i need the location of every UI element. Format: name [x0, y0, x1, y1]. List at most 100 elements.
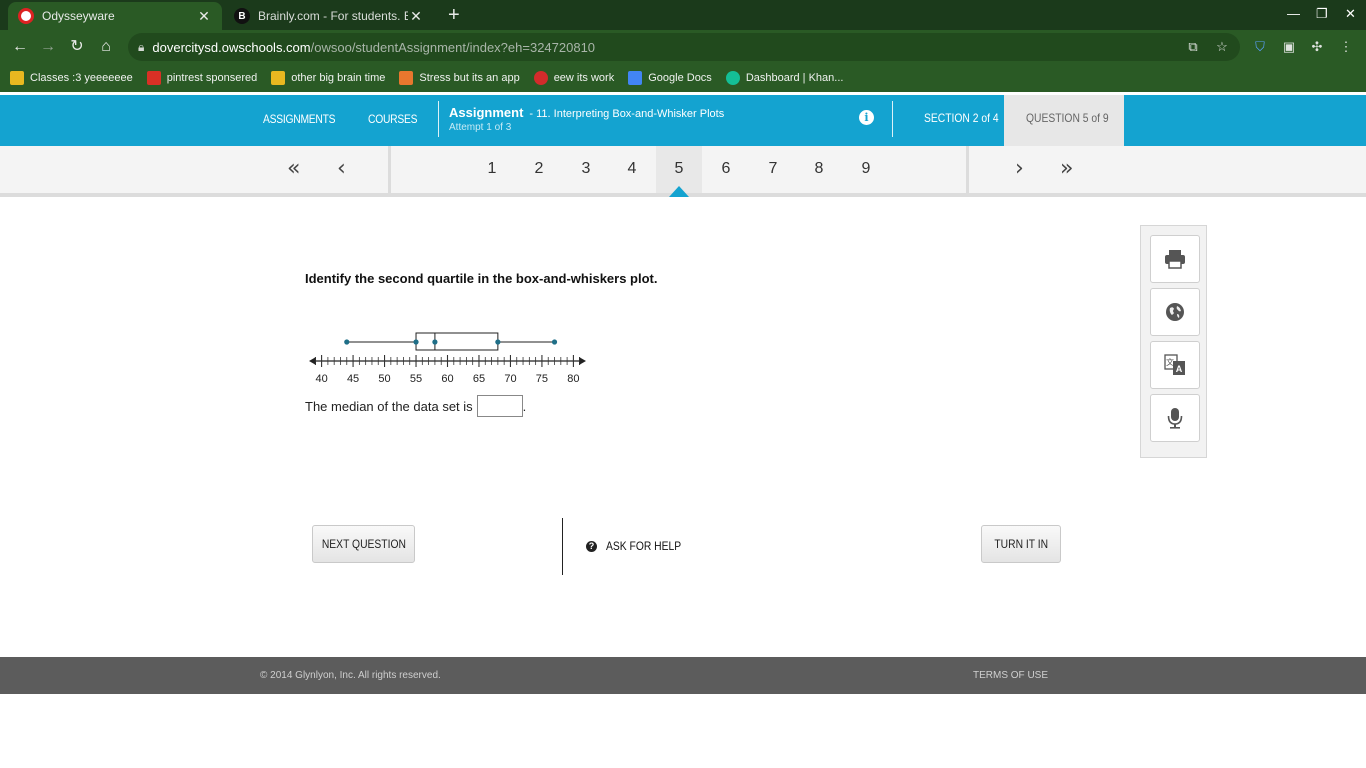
page-4[interactable]: 4 [622, 160, 642, 178]
bookmark-item[interactable]: pintrest sponsered [146, 71, 258, 85]
minimize-icon[interactable]: — [1287, 6, 1300, 21]
translate-button[interactable]: A 文 [1150, 341, 1200, 389]
bookmark-icon [146, 71, 161, 85]
app-header: ASSIGNMENTS COURSES Assignment - 11. Inte… [0, 95, 1366, 146]
bookmark-item[interactable]: Dashboard | Khan... [725, 71, 843, 85]
bookmark-icon [271, 71, 286, 85]
reload-icon[interactable]: ↻ [66, 36, 88, 58]
bookmark-label: Classes :3 yeeeeeee [30, 72, 133, 84]
bookmark-star-icon[interactable]: ☆ [1213, 38, 1231, 56]
section-indicator: SECTION 2 of 4 [924, 111, 999, 125]
browser-tab-strip: Odysseyware ✕ B Brainly.com - For studen… [0, 0, 1366, 30]
footer: © 2014 Glynlyon, Inc. All rights reserve… [0, 657, 1366, 694]
bookmark-item[interactable]: eew its work [533, 71, 615, 85]
divider [562, 518, 563, 575]
extensions-puzzle-icon[interactable]: ✣ [1309, 39, 1325, 55]
assignment-title: Assignment - 11. Interpreting Box-and-Whi… [449, 105, 724, 120]
tick-label: 75 [536, 373, 548, 385]
home-icon[interactable]: ⌂ [95, 36, 117, 58]
bookmark-item[interactable]: Google Docs [628, 71, 712, 85]
tick-label: 45 [347, 373, 359, 385]
current-page-caret-icon [669, 186, 689, 197]
info-icon[interactable]: i [859, 110, 874, 125]
assignment-label: Assignment [449, 105, 524, 120]
assignment-name: - 11. Interpreting Box-and-Whisker Plots [529, 108, 725, 120]
next-question-label: NEXT QUESTION [321, 537, 406, 551]
microphone-button[interactable] [1150, 394, 1200, 442]
bookmark-item[interactable]: Stress but its an app [399, 71, 520, 85]
tools-panel: A 文 [1140, 225, 1207, 458]
bookmark-label: pintrest sponsered [166, 72, 258, 84]
khan-academy-icon [725, 71, 740, 85]
tick-label: 55 [410, 373, 422, 385]
divider [966, 146, 969, 193]
median-answer-input[interactable] [476, 395, 523, 417]
last-page-icon[interactable]: » [1060, 156, 1073, 181]
bookmark-label: eew its work [553, 72, 615, 84]
answer-row: The median of the data set is . [305, 395, 526, 417]
back-icon[interactable]: ← [9, 36, 31, 58]
q3-point [495, 339, 501, 345]
previous-page-icon[interactable]: ‹ [337, 156, 346, 181]
odysseyware-favicon-icon [18, 8, 34, 24]
globe-button[interactable] [1150, 288, 1200, 336]
divider [438, 101, 439, 137]
bookmark-icon [533, 71, 548, 85]
address-bar[interactable]: 🔒︎ dovercitysd.owschools.com/owsoo/stude… [128, 33, 1240, 61]
close-tab-icon[interactable]: ✕ [196, 8, 212, 25]
page-3[interactable]: 3 [576, 160, 596, 178]
tab-odysseyware[interactable]: Odysseyware ✕ [8, 2, 222, 30]
question-indicator: QUESTION 5 of 9 [1004, 95, 1124, 146]
close-window-icon[interactable]: ✕ [1345, 6, 1356, 22]
restore-icon[interactable]: ❐ [1316, 6, 1328, 22]
divider [388, 146, 391, 193]
page-7[interactable]: 7 [763, 160, 783, 178]
page-9[interactable]: 9 [856, 160, 876, 178]
next-question-button[interactable]: NEXT QUESTION [312, 525, 415, 563]
copyright-text: © 2014 Glynlyon, Inc. All rights reserve… [260, 670, 441, 681]
url-host: dovercitysd.owschools.com [152, 39, 311, 55]
terms-of-use-link[interactable]: TERMS OF USE [973, 670, 1048, 681]
page-1[interactable]: 1 [482, 160, 502, 178]
printer-icon [1165, 250, 1185, 269]
bookmarks-bar: Classes :3 yeeeeeee pintrest sponsered o… [0, 64, 1366, 92]
svg-text:A: A [1176, 364, 1183, 374]
nav-assignments[interactable]: ASSIGNMENTS [263, 112, 336, 126]
page-8[interactable]: 8 [809, 160, 829, 178]
tab-title: Brainly.com - For students. By st [258, 9, 408, 23]
next-page-icon[interactable]: › [1015, 156, 1024, 181]
google-docs-icon [628, 71, 643, 85]
tick-label: 65 [473, 373, 485, 385]
extension-icon[interactable]: ▣ [1281, 39, 1297, 55]
tick-label: 40 [315, 373, 327, 385]
nav-courses[interactable]: COURSES [368, 112, 417, 126]
brainly-favicon-icon: B [234, 8, 250, 24]
print-button[interactable] [1150, 235, 1200, 283]
page-6[interactable]: 6 [716, 160, 736, 178]
menu-kebab-icon[interactable]: ⋮ [1338, 39, 1354, 55]
translate-page-icon[interactable]: ⧉ [1184, 38, 1202, 56]
forward-icon[interactable]: → [37, 36, 59, 58]
bookmark-item[interactable]: Classes :3 yeeeeeee [10, 71, 133, 85]
translate-icon: A 文 [1164, 354, 1185, 375]
close-tab-icon[interactable]: ✕ [408, 8, 424, 25]
median-point [432, 339, 438, 345]
first-page-icon[interactable]: « [287, 156, 300, 181]
new-tab-icon[interactable]: + [448, 4, 460, 27]
turn-it-in-button[interactable]: TURN IT IN [981, 525, 1061, 563]
answer-prefix: The median of the data set is [305, 398, 473, 414]
page-5[interactable]: 5 [669, 160, 689, 178]
url-path: /owsoo/studentAssignment/index?eh=324720… [310, 39, 596, 55]
shield-extension-icon[interactable]: ⛉ [1252, 39, 1268, 55]
divider [892, 101, 893, 137]
tick-label: 70 [504, 373, 516, 385]
browser-toolbar: ← → ↻ ⌂ 🔒︎ dovercitysd.owschools.com/ows… [0, 30, 1366, 64]
tab-brainly[interactable]: B Brainly.com - For students. By st ✕ [224, 2, 434, 30]
attempt-counter: Attempt 1 of 3 [449, 122, 512, 133]
page-2[interactable]: 2 [529, 160, 549, 178]
svg-text:文: 文 [1166, 357, 1174, 367]
ask-for-help-link[interactable]: ? ASK FOR HELP [586, 539, 693, 553]
min-point [344, 339, 350, 345]
bookmark-item[interactable]: other big brain time [271, 71, 385, 85]
iqr-box [415, 332, 499, 351]
